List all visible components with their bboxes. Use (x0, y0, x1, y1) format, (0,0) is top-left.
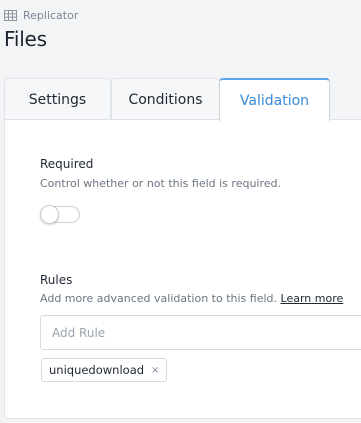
rules-help: Add more advanced validation to this fie… (40, 292, 343, 305)
breadcrumb-label: Replicator (23, 9, 79, 22)
rule-tag-label: uniquedownload (49, 363, 145, 377)
add-rule-input[interactable] (40, 315, 361, 350)
tab-conditions[interactable]: Conditions (111, 78, 220, 120)
required-toggle[interactable] (40, 205, 80, 224)
page: Replicator Files Settings Conditions Val… (0, 0, 361, 423)
table-grid-icon (4, 10, 17, 21)
breadcrumb[interactable]: Replicator (4, 9, 78, 22)
toggle-knob (40, 205, 59, 224)
tab-settings[interactable]: Settings (4, 78, 111, 120)
rules-help-text: Add more advanced validation to this fie… (40, 292, 278, 305)
validation-panel: Required Control whether or not this fie… (4, 119, 361, 419)
remove-icon[interactable]: × (151, 365, 159, 376)
page-title: Files (4, 27, 47, 51)
learn-more-link[interactable]: Learn more (281, 292, 344, 305)
tab-validation[interactable]: Validation (219, 78, 330, 121)
required-help: Control whether or not this field is req… (40, 177, 281, 190)
tab-bar: Settings Conditions Validation (4, 78, 361, 121)
rule-tag: uniquedownload × (41, 358, 168, 382)
required-label: Required (40, 157, 94, 171)
rules-label: Rules (40, 273, 73, 287)
